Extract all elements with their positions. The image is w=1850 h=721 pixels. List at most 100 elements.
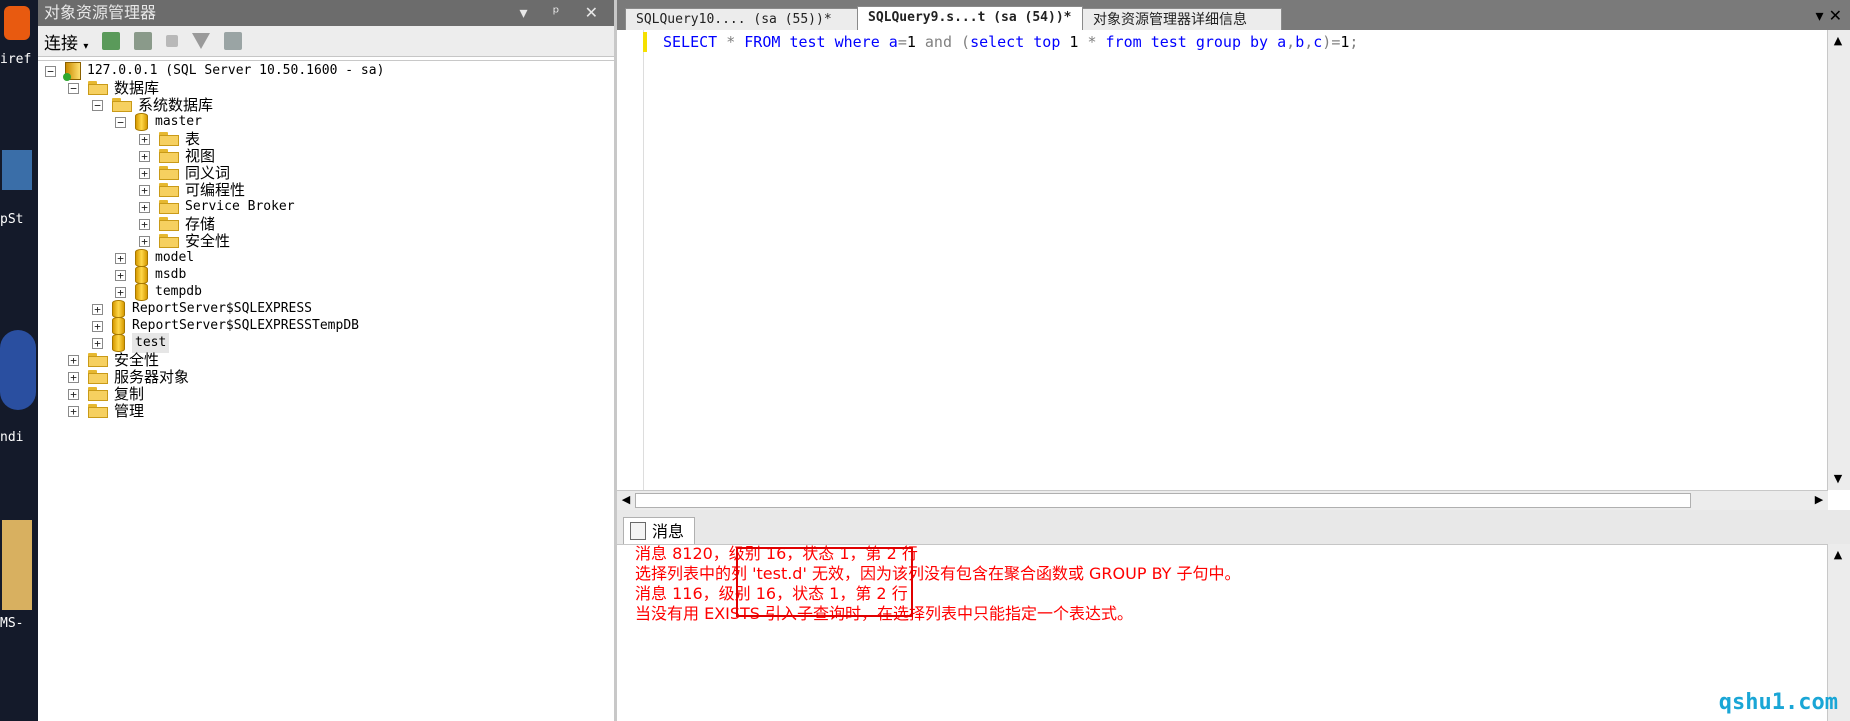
expand-icon[interactable]: + [115, 269, 126, 281]
sql-token: and [924, 33, 952, 51]
scroll-up-icon[interactable]: ▲ [1829, 32, 1847, 50]
sql-code-line[interactable]: SELECT * FROM test where a=1 and (select… [663, 33, 1358, 51]
change-marker [643, 32, 647, 52]
sql-editor[interactable]: SELECT * FROM test where a=1 and (select… [617, 30, 1828, 490]
sql-token: SELECT [663, 33, 718, 51]
collapse-icon[interactable]: − [115, 116, 126, 128]
expand-icon[interactable]: + [139, 167, 150, 179]
connect-label: 连接 [44, 33, 78, 54]
object-explorer: 对象资源管理器 ▾ ᵖ ✕ 连接 ▾ − 127.0.0.1 (SQL Serv… [38, 0, 617, 721]
messages-output: 消息 8120，级别 16，状态 1，第 2 行 选择列表中的列 'test.d… [635, 544, 1241, 624]
folder-icon [159, 166, 179, 180]
folder-icon [159, 132, 179, 146]
sql-token: = [1331, 33, 1341, 51]
expand-icon[interactable]: + [68, 371, 79, 383]
expand-icon[interactable]: + [68, 354, 79, 366]
folder-icon [112, 98, 132, 112]
object-explorer-toolbar: 连接 ▾ [38, 26, 614, 57]
expand-icon[interactable]: + [139, 150, 150, 162]
folder-icon [88, 370, 108, 384]
refresh-icon[interactable] [224, 32, 243, 50]
sql-token: 1 [1060, 33, 1088, 51]
sql-token: b [1295, 33, 1305, 51]
tab-messages[interactable]: 消息 [623, 517, 696, 544]
expand-icon[interactable]: + [92, 303, 103, 315]
folder-icon [159, 234, 179, 248]
stop-icon[interactable] [166, 35, 179, 47]
scroll-down-icon[interactable]: ▼ [1829, 470, 1847, 488]
expand-icon[interactable]: + [92, 320, 103, 332]
folder-icon[interactable] [2, 520, 32, 610]
editor-horizontal-scrollbar[interactable]: ◀ ▶ [617, 490, 1828, 511]
scroll-right-icon[interactable]: ▶ [1810, 491, 1828, 509]
expand-icon[interactable]: + [115, 252, 126, 264]
sql-token: * [1087, 33, 1097, 51]
chevron-down-icon: ▾ [83, 40, 89, 52]
folder-icon [88, 387, 108, 401]
filter-icon[interactable] [192, 33, 211, 49]
sql-token: top [1033, 33, 1061, 51]
sql-token: 1 [906, 33, 916, 51]
tree-node-management[interactable]: + 管理 [68, 401, 144, 421]
scroll-left-icon[interactable]: ◀ [617, 491, 635, 509]
app-icon[interactable] [0, 330, 36, 410]
sql-token: a [1268, 33, 1287, 51]
computer-icon[interactable] [2, 150, 32, 190]
collapse-icon[interactable]: − [45, 65, 56, 77]
editor-vertical-scrollbar[interactable]: ▲ ▼ [1827, 30, 1850, 490]
connect-object-explorer-icon[interactable] [102, 32, 121, 50]
desktop-label: ndi [0, 430, 24, 445]
document-tab-strip: SQLQuery10.... (sa (55))* SQLQuery9.s...… [617, 0, 1850, 30]
folder-icon [159, 217, 179, 231]
expand-icon[interactable]: + [68, 388, 79, 400]
expand-icon[interactable]: + [139, 201, 150, 213]
expand-icon[interactable]: + [139, 184, 150, 196]
editor-gutter [617, 30, 647, 490]
expand-icon[interactable]: + [139, 133, 150, 145]
expand-icon[interactable]: + [92, 337, 103, 349]
watermark: qshu1.com [1718, 690, 1838, 715]
sql-token: FROM [744, 33, 781, 51]
message-line: 当没有用 EXISTS 引入子查询时，在选择列表中只能指定一个表达式。 [635, 604, 1134, 623]
connect-button[interactable]: 连接 ▾ [44, 29, 88, 54]
sql-token: from [1105, 33, 1142, 51]
folder-icon [88, 81, 108, 95]
expand-icon[interactable]: + [139, 218, 150, 230]
desktop-label: MS- [0, 616, 24, 631]
tab-object-explorer-details[interactable]: 对象资源管理器详细信息 [1082, 8, 1282, 30]
firefox-icon[interactable] [4, 6, 30, 40]
scrollbar-thumb[interactable] [635, 493, 1691, 508]
message-line: 消息 8120，级别 16，状态 1，第 2 行 [635, 544, 918, 563]
tab-sqlquery10[interactable]: SQLQuery10.... (sa (55))* [625, 8, 858, 30]
collapse-icon[interactable]: − [92, 99, 103, 111]
desktop-strip: iref pSt ndi MS- [0, 0, 38, 721]
tab-window-controls[interactable]: ▾ ✕ [1815, 6, 1842, 25]
panel-window-buttons[interactable]: ▾ ᵖ ✕ [520, 0, 608, 26]
highlight-annotation-box [736, 547, 913, 617]
panel-title: 对象资源管理器 [44, 3, 157, 22]
sql-token: test [1150, 33, 1187, 51]
collapse-icon[interactable]: − [68, 82, 79, 94]
message-line: 选择列表中的列 'test.d' 无效，因为该列没有包含在聚合函数或 GROUP… [635, 564, 1241, 583]
folder-icon [159, 149, 179, 163]
expand-icon[interactable]: + [115, 286, 126, 298]
disconnect-icon[interactable] [134, 32, 153, 50]
object-explorer-title-bar: 对象资源管理器 ▾ ᵖ ✕ [38, 0, 614, 26]
sql-token: , [1286, 33, 1296, 51]
desktop-label: pSt [0, 212, 24, 227]
expand-icon[interactable]: + [139, 235, 150, 247]
sql-token: a [879, 33, 898, 51]
sql-token: by [1250, 33, 1269, 51]
sql-token: * [726, 33, 736, 51]
scroll-up-icon[interactable]: ▲ [1829, 546, 1847, 564]
expand-icon[interactable]: + [68, 405, 79, 417]
tab-sqlquery9[interactable]: SQLQuery9.s...t (sa (54))* [857, 6, 1083, 30]
